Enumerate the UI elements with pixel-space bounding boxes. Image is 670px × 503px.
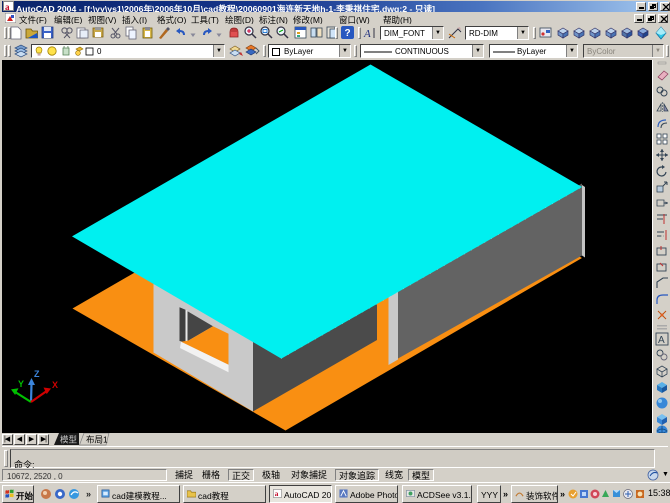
svg-text:?: ? [344,28,350,39]
svg-text:a: a [275,490,279,498]
svg-text:Z: Z [34,369,40,379]
svg-text:X: X [52,380,58,390]
svg-text:布局1: 布局1 [86,435,108,445]
svg-text:Y: Y [18,379,24,389]
svg-text:A: A [658,335,665,346]
svg-text:模型: 模型 [60,435,78,445]
svg-text:A: A [363,28,371,40]
svg-text:»: » [86,489,91,499]
